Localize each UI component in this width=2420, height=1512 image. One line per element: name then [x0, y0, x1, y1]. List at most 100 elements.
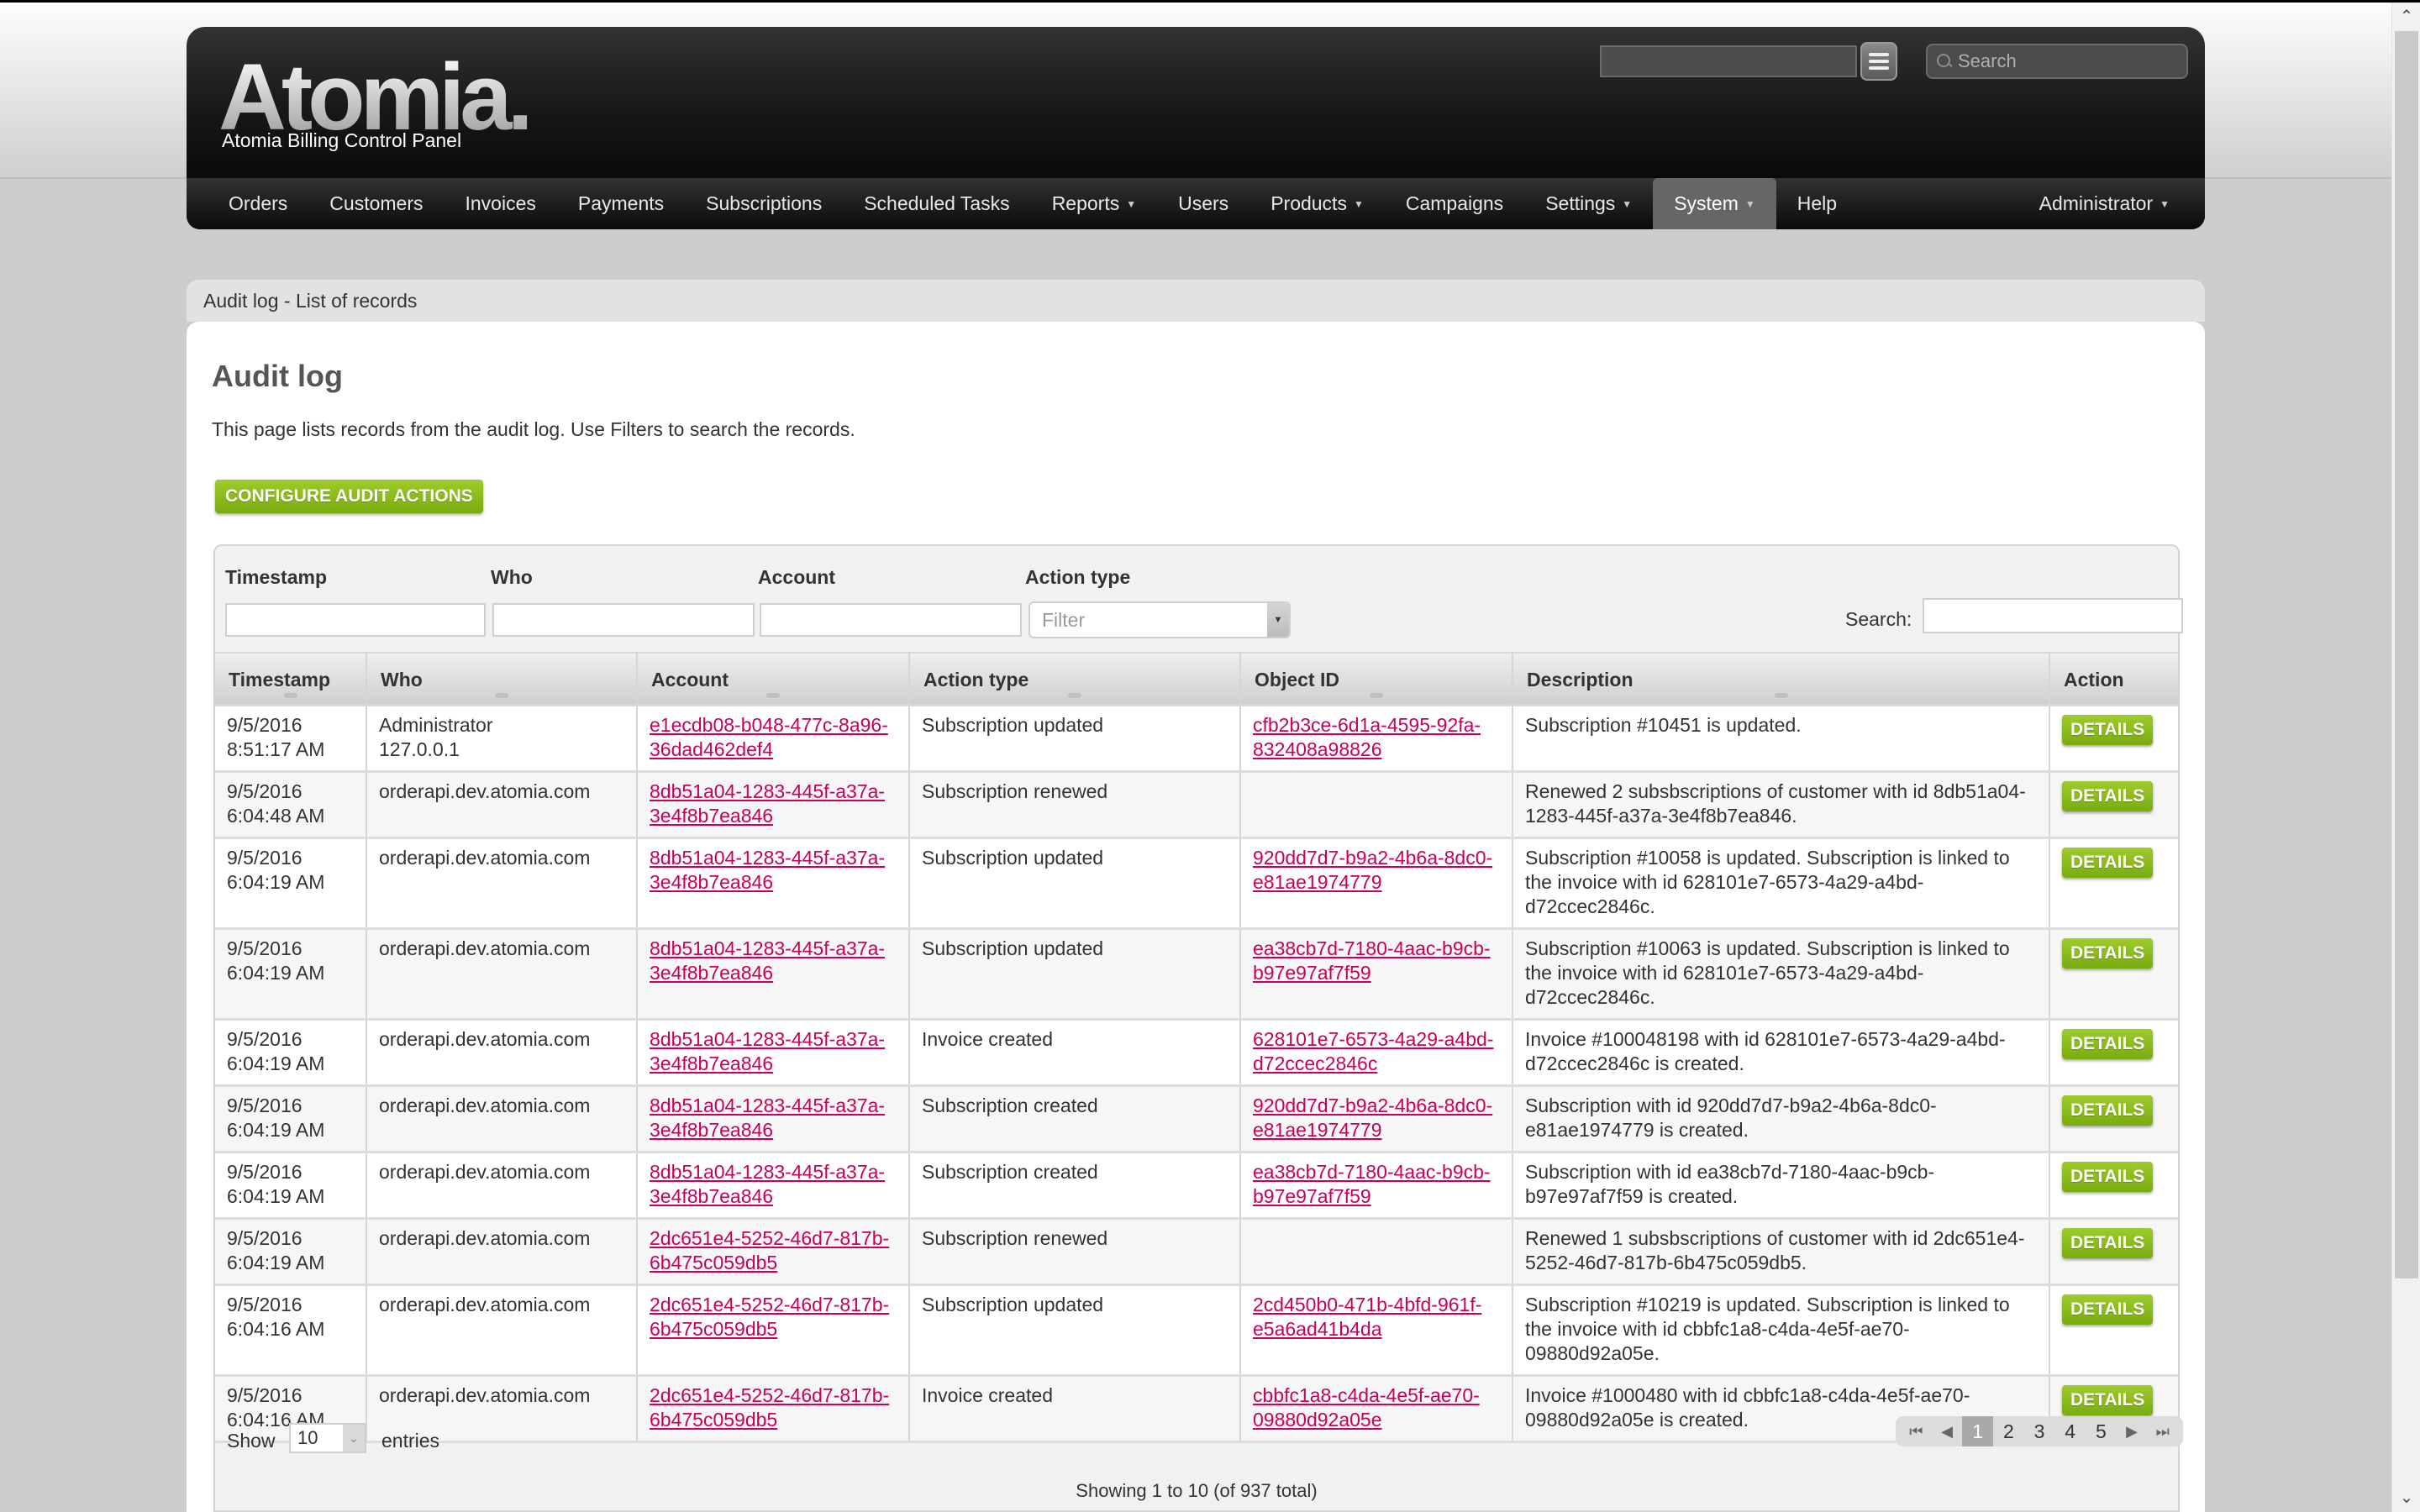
column-header-object-id[interactable]: Object ID [1240, 652, 1513, 706]
nav-campaigns[interactable]: Campaigns [1385, 178, 1524, 229]
account-link[interactable]: 8db51a04-1283-445f-a37a-3e4f8b7ea846 [650, 1161, 885, 1207]
column-header-description[interactable]: Description [1512, 652, 2050, 706]
object-id-link[interactable]: 920dd7d7-b9a2-4b6a-8dc0-e81ae1974779 [1253, 1095, 1492, 1141]
table-header-row: Timestamp Who Account Action type Object… [215, 652, 2178, 706]
cell-action-type: Invoice created [909, 1375, 1241, 1443]
details-button[interactable]: DETAILS [2062, 780, 2154, 811]
details-button[interactable]: DETAILS [2062, 847, 2154, 878]
account-link[interactable]: 2dc651e4-5252-46d7-817b-6b475c059db5 [650, 1294, 889, 1340]
details-button[interactable]: DETAILS [2062, 1384, 2154, 1415]
page-1[interactable]: 1 [1962, 1416, 1994, 1446]
nav-label: Settings [1545, 192, 1616, 214]
menu-list-icon[interactable] [1860, 42, 1897, 81]
who-name: orderapi.dev.atomia.com [379, 1094, 591, 1116]
object-id-link[interactable]: 920dd7d7-b9a2-4b6a-8dc0-e81ae1974779 [1253, 847, 1492, 893]
filter-who-input[interactable] [492, 603, 755, 637]
first-page-icon[interactable]: ⏮ [1901, 1416, 1932, 1446]
nav-invoices[interactable]: Invoices [445, 178, 557, 229]
chevron-down-icon[interactable]: ▼ [1267, 603, 1289, 637]
action-type: Subscription updated [922, 713, 1104, 736]
details-button[interactable]: DETAILS [2062, 1161, 2154, 1192]
column-header-timestamp[interactable]: Timestamp [215, 652, 367, 706]
nav-subscriptions[interactable]: Subscriptions [685, 178, 843, 229]
scroll-thumb[interactable] [2395, 31, 2418, 1278]
filter-action-type-select[interactable]: Filter ▼ [1028, 601, 1291, 638]
details-button[interactable]: DETAILS [2062, 1095, 2154, 1126]
account-link[interactable]: 8db51a04-1283-445f-a37a-3e4f8b7ea846 [650, 937, 885, 984]
global-search-input[interactable] [1956, 50, 2175, 73]
cell-timestamp: 9/5/2016 6:04:19 AM [215, 1218, 367, 1286]
cell-action-type: Subscription created [909, 1085, 1241, 1153]
account-link[interactable]: 8db51a04-1283-445f-a37a-3e4f8b7ea846 [650, 847, 885, 893]
page-2[interactable]: 2 [1993, 1416, 2024, 1446]
table-row: 9/5/2016 6:04:19 AM orderapi.dev.atomia.co… [215, 928, 2178, 1021]
cell-timestamp: 9/5/2016 6:04:16 AM [215, 1284, 367, 1377]
nav-system[interactable]: System ▼ [1653, 178, 1776, 229]
page-length-select[interactable]: 10 ⌄ [289, 1423, 366, 1453]
table-search-input[interactable] [1923, 598, 2183, 633]
page-scrollbar[interactable]: ⌃ ⌄ [2391, 3, 2420, 1512]
details-button[interactable]: DETAILS [2062, 937, 2154, 969]
timestamp-date: 9/5/2016 [227, 1094, 302, 1116]
nav-payments[interactable]: Payments [557, 178, 685, 229]
column-header-account[interactable]: Account [637, 652, 910, 706]
timestamp-time: 6:04:19 AM [227, 870, 325, 893]
filter-account-input[interactable] [760, 603, 1022, 637]
nav-customers[interactable]: Customers [308, 178, 444, 229]
account-link[interactable]: e1ecdb08-b048-477c-8a96-36dad462def4 [650, 714, 888, 760]
description: Subscription #10063 is updated. Subscrip… [1525, 937, 2010, 1008]
timestamp-time: 6:04:19 AM [227, 1118, 325, 1141]
sort-icon [495, 693, 508, 698]
object-id-link[interactable]: 628101e7-6573-4a29-a4bd-d72ccec2846c [1253, 1028, 1493, 1074]
object-id-link[interactable]: cbbfc1a8-c4da-4e5f-ae70-09880d92a05e [1253, 1384, 1480, 1431]
nav-settings[interactable]: Settings ▼ [1524, 178, 1653, 229]
details-button[interactable]: DETAILS [2062, 714, 2154, 745]
filter-who-label: Who [491, 566, 533, 588]
cell-object-id: 2cd450b0-471b-4bfd-961f-e5a6ad41b4da [1240, 1284, 1513, 1377]
nav-products[interactable]: Products ▼ [1249, 178, 1385, 229]
account-link[interactable]: 2dc651e4-5252-46d7-817b-6b475c059db5 [650, 1384, 889, 1431]
nav-label: Products [1270, 192, 1347, 214]
nav-help[interactable]: Help [1776, 178, 1858, 229]
object-id-link[interactable]: ea38cb7d-7180-4aac-b9cb-b97e97af7f59 [1253, 937, 1491, 984]
nav-orders[interactable]: Orders [187, 178, 308, 229]
account-link[interactable]: 8db51a04-1283-445f-a37a-3e4f8b7ea846 [650, 1028, 885, 1074]
configure-audit-actions-button[interactable]: CONFIGURE AUDIT ACTIONS [215, 480, 483, 513]
nav-users[interactable]: Users [1157, 178, 1249, 229]
next-page-icon[interactable]: ▶ [2117, 1416, 2148, 1446]
account-link[interactable]: 8db51a04-1283-445f-a37a-3e4f8b7ea846 [650, 1095, 885, 1141]
object-id-link[interactable]: ea38cb7d-7180-4aac-b9cb-b97e97af7f59 [1253, 1161, 1491, 1207]
cell-object-id: 628101e7-6573-4a29-a4bd-d72ccec2846c [1240, 1019, 1513, 1087]
table-row: 9/5/2016 8:51:17 AM Administrator 127.0.0.1… [215, 705, 2178, 773]
filter-timestamp-input[interactable] [225, 603, 486, 637]
quick-select-field[interactable] [1600, 45, 1857, 77]
object-id-link[interactable]: cfb2b3ce-6d1a-4595-92fa-832408a98826 [1253, 714, 1481, 760]
last-page-icon[interactable]: ⏭ [2147, 1416, 2178, 1446]
cell-timestamp: 9/5/2016 6:04:19 AM [215, 837, 367, 930]
details-button[interactable]: DETAILS [2062, 1028, 2154, 1059]
pagination: ⏮ ◀ 1 2 3 4 5 ▶ ⏭ [1896, 1416, 2183, 1446]
page-title: Audit log [212, 359, 343, 393]
column-header-who[interactable]: Who [366, 652, 638, 706]
user-menu[interactable]: Administrator ▼ [2018, 178, 2205, 229]
prev-page-icon[interactable]: ◀ [1932, 1416, 1963, 1446]
nav-reports[interactable]: Reports ▼ [1031, 178, 1157, 229]
nav-scheduled-tasks[interactable]: Scheduled Tasks [843, 178, 1030, 229]
page-4[interactable]: 4 [2054, 1416, 2086, 1446]
details-button[interactable]: DETAILS [2062, 1294, 2154, 1325]
table-row: 9/5/2016 6:04:48 AM orderapi.dev.atomia.co… [215, 771, 2178, 839]
timestamp-time: 6:04:19 AM [227, 1184, 325, 1207]
global-search[interactable] [1926, 44, 2188, 79]
scroll-down-icon[interactable]: ⌄ [2392, 1483, 2420, 1512]
object-id-link[interactable]: 2cd450b0-471b-4bfd-961f-e5a6ad41b4da [1253, 1294, 1481, 1340]
account-link[interactable]: 2dc651e4-5252-46d7-817b-6b475c059db5 [650, 1227, 889, 1273]
page-3[interactable]: 3 [2024, 1416, 2055, 1446]
column-header-action-type[interactable]: Action type [909, 652, 1241, 706]
who-name: orderapi.dev.atomia.com [379, 1027, 591, 1050]
show-label: Show [227, 1430, 276, 1452]
account-link[interactable]: 8db51a04-1283-445f-a37a-3e4f8b7ea846 [650, 780, 885, 827]
page-5[interactable]: 5 [2086, 1416, 2117, 1446]
details-button[interactable]: DETAILS [2062, 1227, 2154, 1258]
column-header-action: Action [2049, 652, 2178, 706]
scroll-up-icon[interactable]: ⌃ [2392, 3, 2420, 31]
